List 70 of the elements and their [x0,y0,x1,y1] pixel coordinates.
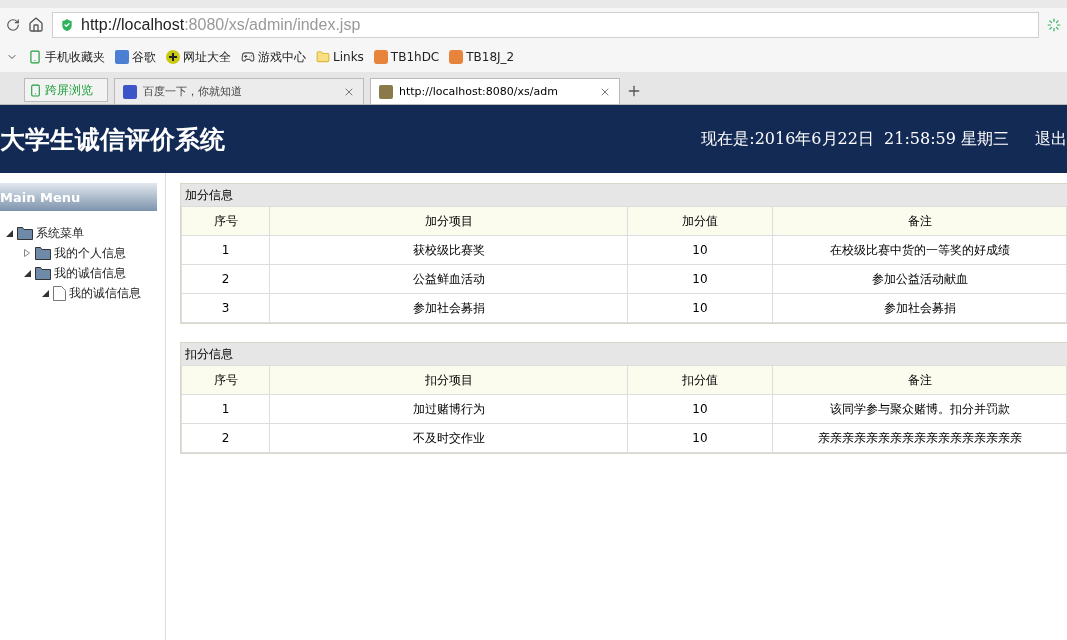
table-cell: 10 [627,264,773,294]
expanded-arrow-icon [41,289,49,297]
logout-link[interactable]: 退出 [1035,128,1067,150]
panel-title: 扣分信息 [181,343,1067,365]
table-cell: 2 [181,423,270,453]
table-cell: 10 [627,235,773,265]
table-cell: 在校级比赛中货的一等奖的好成绩 [772,235,1067,265]
menu-header: Main Menu [0,183,157,211]
loading-icon [1047,18,1061,32]
bookmark-link[interactable]: Links [316,50,364,64]
bookmark-link[interactable]: 谷歌 [115,48,156,66]
column-header: 扣分值 [627,365,773,395]
bookmark-link[interactable]: TB18J_2 [449,50,515,64]
table-cell: 3 [181,293,270,323]
table-cell: 1 [181,394,270,424]
plus-circle-icon [166,50,180,64]
phone-icon [29,83,42,97]
column-header: 序号 [181,365,270,395]
table-cell: 公益鲜血活动 [269,264,628,294]
new-tab-icon[interactable] [626,83,642,99]
home-icon[interactable] [28,17,44,33]
bookmark-link[interactable]: TB1hDC [373,50,440,64]
browser-tab[interactable]: 百度一下，你就知道 [114,78,364,104]
browser-tab[interactable]: http://localhost:8080/xs/adm [370,78,620,104]
gamepad-icon [241,50,255,64]
tree-item[interactable]: 我的个人信息 [22,243,165,263]
date-time: 现在是:2016年6月22日 21:58:59 星期三 [701,128,1009,150]
folder-icon [35,246,51,260]
column-header: 备注 [772,206,1067,236]
column-header: 加分值 [627,206,773,236]
table-cell: 该同学参与聚众赌博。扣分并罚款 [772,394,1067,424]
folder-icon [35,266,51,280]
bookmark-link[interactable]: 手机收藏夹 [28,48,105,66]
column-header: 扣分项目 [269,365,628,395]
tab-favicon-icon [379,84,393,99]
table-cell: 参加社会募捐 [772,293,1067,323]
column-header: 备注 [772,365,1067,395]
bookmark-logo-icon [449,50,464,64]
table-cell: 10 [627,423,773,453]
reload-icon[interactable] [6,18,20,32]
table-cell: 加过赌博行为 [269,394,628,424]
table-cell: 1 [181,235,270,265]
shield-icon [59,17,75,33]
expanded-arrow-icon [5,229,13,237]
table-cell: 10 [627,394,773,424]
panel-title: 加分信息 [181,184,1067,206]
document-icon [53,285,66,301]
app-title: 大学生诚信评价系统 [0,123,225,156]
column-header: 加分项目 [269,206,628,236]
folder-icon [316,50,330,64]
folder-icon [17,226,33,240]
collapsed-arrow-icon [24,249,30,257]
column-header: 序号 [181,206,270,236]
table-cell: 亲亲亲亲亲亲亲亲亲亲亲亲亲亲亲亲亲 [772,423,1067,453]
address-field[interactable]: http://localhost:8080/xs/admin/index.jsp [52,12,1039,38]
tree-item[interactable]: 系统菜单 [4,223,165,243]
table-cell: 不及时交作业 [269,423,628,453]
bookmark-logo-icon [373,50,388,64]
tab-favicon-icon [123,84,137,99]
table-cell: 2 [181,264,270,294]
tree-item[interactable]: 我的诚信信息 [22,263,165,283]
table-cell: 参加公益活动献血 [772,264,1067,294]
table-cell: 10 [627,293,773,323]
table-cell: 参加社会募捐 [269,293,628,323]
bookmark-link[interactable]: 网址大全 [166,48,231,66]
expanded-arrow-icon [23,269,31,277]
bookmark-link[interactable]: 游戏中心 [241,48,306,66]
phone-icon [28,50,42,64]
table-cell: 获校级比赛奖 [269,235,628,265]
tree-item[interactable]: 我的诚信信息 [40,283,165,303]
